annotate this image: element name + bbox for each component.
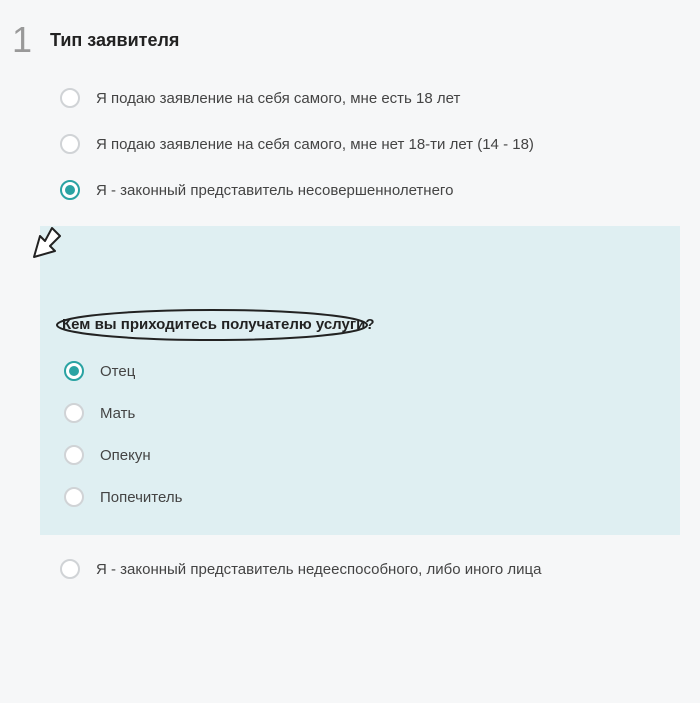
radio-icon [64,403,84,423]
radio-option-father[interactable]: Отец [64,361,658,381]
sub-panel-title: Кем вы приходитесь получателю услуги? [62,316,375,333]
annotation-arrow-icon [18,224,62,272]
radio-label: Я подаю заявление на себя самого, мне ес… [96,90,460,107]
radio-icon-selected [64,361,84,381]
radio-icon [64,445,84,465]
radio-option-legal-rep-minor[interactable]: Я - законный представитель несовершеннол… [60,180,680,200]
radio-icon [60,134,80,154]
radio-label: Отец [100,363,135,380]
radio-option-legal-rep-incapacitated[interactable]: Я - законный представитель недееспособно… [60,559,680,579]
radio-icon-selected [60,180,80,200]
radio-option-self-14-18[interactable]: Я подаю заявление на себя самого, мне не… [60,134,680,154]
radio-option-guardian[interactable]: Опекун [64,445,658,465]
applicant-type-options-continued: Я - законный представитель недееспособно… [12,559,680,579]
radio-label: Я - законный представитель несовершеннол… [96,182,453,199]
form-container: 1 Тип заявителя Я подаю заявление на себ… [0,0,700,579]
step-title: Тип заявителя [50,22,179,51]
radio-label: Опекун [100,447,151,464]
radio-option-mother[interactable]: Мать [64,403,658,423]
applicant-type-options: Я подаю заявление на себя самого, мне ес… [12,88,680,200]
radio-label: Я подаю заявление на себя самого, мне не… [96,136,534,153]
radio-label: Мать [100,405,135,422]
radio-icon [60,559,80,579]
radio-icon [60,88,80,108]
step-header: 1 Тип заявителя [12,22,680,58]
relationship-options: Отец Мать Опекун Попечитель [62,361,658,507]
relationship-sub-panel: Кем вы приходитесь получателю услуги? От… [40,226,680,535]
radio-icon [64,487,84,507]
radio-label: Попечитель [100,489,182,506]
radio-option-trustee[interactable]: Попечитель [64,487,658,507]
radio-option-self-18[interactable]: Я подаю заявление на себя самого, мне ес… [60,88,680,108]
step-number: 1 [12,22,32,58]
sub-title-wrap: Кем вы приходитесь получателю услуги? [62,316,375,333]
radio-label: Я - законный представитель недееспособно… [96,561,541,578]
